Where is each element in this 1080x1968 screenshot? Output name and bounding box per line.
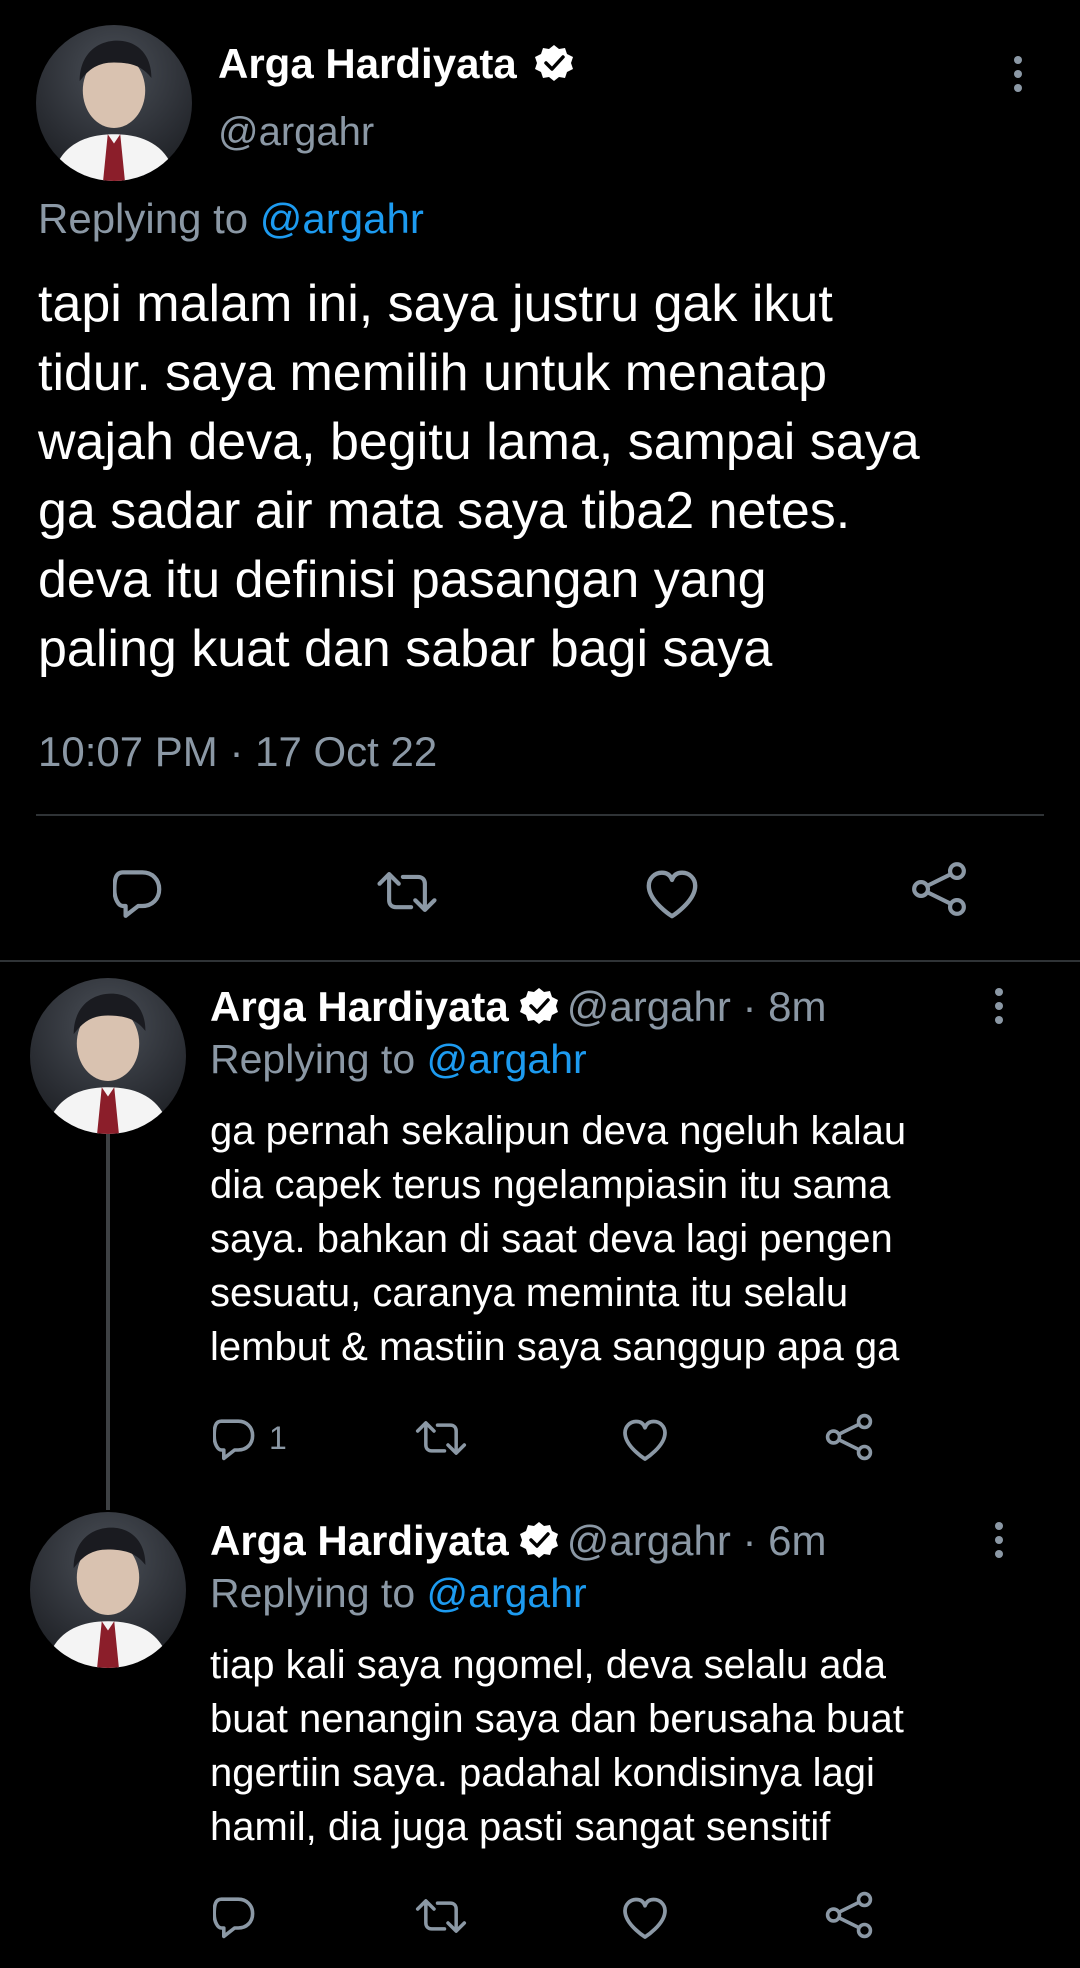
replying-to-link[interactable]: @argahr <box>427 1570 587 1616</box>
replying-to: Replying to @argahr <box>38 195 424 243</box>
avatar[interactable] <box>36 25 192 181</box>
replying-to: Replying to @argahr <box>210 1036 587 1083</box>
like-icon <box>623 1897 667 1939</box>
avatar[interactable] <box>30 978 186 1134</box>
replying-prefix: Replying to <box>210 1570 416 1616</box>
like-icon <box>643 864 701 922</box>
reply-header: Arga Hardiyata @argahr · 8m <box>210 983 827 1031</box>
retweet-button[interactable] <box>413 1892 469 1940</box>
reply-icon <box>113 864 169 920</box>
divider <box>0 960 1080 962</box>
retweet-icon <box>374 864 440 920</box>
reply-count: 1 <box>269 1419 287 1456</box>
share-button[interactable] <box>824 1890 874 1940</box>
tweet-timestamp[interactable]: 10:07 PM · 17 Oct 22 <box>38 728 437 776</box>
retweet-icon <box>415 1899 467 1933</box>
more-icon[interactable] <box>984 1518 1014 1562</box>
author-name[interactable]: Arga Hardiyata <box>210 1517 509 1564</box>
author-name[interactable]: Arga Hardiyata <box>210 983 509 1030</box>
share-button[interactable] <box>910 860 968 918</box>
like-button[interactable] <box>620 1414 670 1464</box>
replying-prefix: Replying to <box>38 195 249 242</box>
share-icon <box>825 1413 873 1461</box>
reply-icon <box>213 1897 255 1939</box>
author-name[interactable]: Arga Hardiyata <box>218 40 575 88</box>
thread-line <box>106 1130 110 1510</box>
share-icon <box>825 1891 873 1939</box>
share-icon <box>910 860 968 918</box>
reply-button[interactable] <box>113 864 169 920</box>
reply-button[interactable]: 1 <box>213 1414 287 1462</box>
reply-icon <box>213 1419 255 1461</box>
like-button[interactable] <box>643 864 701 922</box>
reply-header: Arga Hardiyata @argahr · 6m <box>210 1517 827 1565</box>
replying-to-link[interactable]: @argahr <box>260 195 424 242</box>
tweet-time[interactable]: · 6m <box>743 1517 827 1564</box>
author-handle[interactable]: @argahr <box>567 1517 731 1564</box>
tweet-text: tiap kali saya ngomel, deva selalu ada b… <box>210 1643 904 1849</box>
divider <box>36 814 1044 816</box>
verified-icon <box>518 986 559 1026</box>
verified-icon <box>518 1520 559 1560</box>
replying-prefix: Replying to <box>210 1036 416 1082</box>
tweet-time[interactable]: · 8m <box>743 983 827 1030</box>
author-handle[interactable]: @argahr <box>567 983 731 1030</box>
share-button[interactable] <box>824 1412 874 1462</box>
verified-icon <box>534 43 575 83</box>
author-name-text[interactable]: Arga Hardiyata <box>218 40 517 87</box>
tweet-text: ga pernah sekalipun deva ngeluh kalau di… <box>210 1109 907 1369</box>
author-handle[interactable]: @argahr <box>218 110 374 155</box>
like-icon <box>623 1419 667 1461</box>
more-icon[interactable] <box>1003 52 1033 96</box>
replying-to: Replying to @argahr <box>210 1570 587 1617</box>
retweet-button[interactable] <box>374 864 440 920</box>
retweet-button[interactable] <box>413 1414 469 1462</box>
like-button[interactable] <box>620 1892 670 1942</box>
retweet-icon <box>415 1421 467 1455</box>
replying-to-link[interactable]: @argahr <box>427 1036 587 1082</box>
avatar[interactable] <box>30 1512 186 1668</box>
more-icon[interactable] <box>984 984 1014 1028</box>
tweet-text: tapi malam ini, saya justru gak ikut tid… <box>38 275 920 678</box>
reply-button[interactable] <box>213 1892 269 1940</box>
